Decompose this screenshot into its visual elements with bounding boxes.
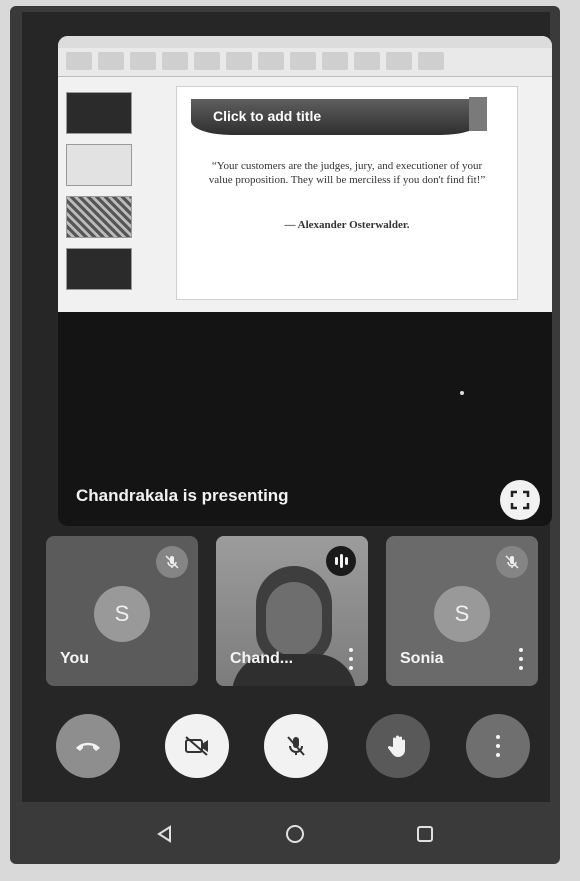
- presenting-label: Chandrakala is presenting: [76, 486, 289, 505]
- system-nav-bar: [20, 802, 570, 866]
- current-slide: Click to add title “Your customers are t…: [176, 86, 518, 300]
- slide-title: Click to add title: [213, 108, 322, 124]
- fullscreen-button[interactable]: [500, 480, 540, 520]
- slide-title-bar: Click to add title: [191, 99, 481, 135]
- mic-off-icon: [287, 736, 305, 756]
- slide-thumbnail: [66, 144, 132, 186]
- slide-thumbnail: [66, 248, 132, 290]
- camera-off-icon: [185, 736, 208, 756]
- shared-screen: Click to add title “Your customers are t…: [58, 36, 552, 312]
- participant-tile-chandrakala[interactable]: Chand...: [216, 536, 368, 686]
- slide-thumbnail: [66, 196, 132, 238]
- avatar: S: [94, 586, 150, 642]
- participant-name: Chand...: [230, 650, 294, 667]
- slide-thumbnail: [66, 92, 132, 134]
- camera-toggle-button[interactable]: [165, 714, 229, 778]
- more-icon: [491, 733, 505, 759]
- muted-badge: [156, 546, 188, 578]
- participant-name: You: [60, 650, 90, 667]
- hang-up-button[interactable]: [56, 714, 120, 778]
- hand-icon: [387, 735, 405, 757]
- phone-hangup-icon: [76, 742, 100, 751]
- slide-quote: “Your customers are the judges, jury, an…: [208, 160, 486, 186]
- fullscreen-icon: [510, 490, 530, 510]
- muted-badge: [496, 546, 528, 578]
- ppt-ribbon: [58, 36, 552, 77]
- home-button[interactable]: [275, 814, 315, 854]
- back-icon: [157, 825, 171, 843]
- raise-hand-button[interactable]: [366, 714, 430, 778]
- recents-button[interactable]: [405, 814, 445, 854]
- mic-off-icon: [165, 555, 179, 569]
- pointer-dot: [460, 391, 464, 395]
- mic-toggle-button[interactable]: [264, 714, 328, 778]
- ppt-titlebar: [58, 36, 552, 48]
- presentation-area[interactable]: Click to add title “Your customers are t…: [58, 36, 552, 526]
- participant-name: Sonia: [400, 650, 444, 667]
- participant-tile-you[interactable]: S You: [46, 536, 198, 686]
- mic-off-icon: [505, 555, 519, 569]
- slide-thumbnails: [66, 92, 138, 306]
- more-options-button[interactable]: [466, 714, 530, 778]
- slide-accent: [469, 97, 487, 131]
- back-button[interactable]: [145, 814, 185, 854]
- device-frame: Click to add title “Your customers are t…: [10, 6, 560, 864]
- ppt-toolbar: [58, 48, 552, 74]
- slide-author: — Alexander Osterwalder.: [284, 219, 410, 231]
- more-icon[interactable]: [514, 646, 528, 672]
- avatar: S: [434, 586, 490, 642]
- participant-tile-sonia[interactable]: S Sonia: [386, 536, 538, 686]
- more-icon[interactable]: [344, 646, 358, 672]
- home-icon: [286, 825, 304, 843]
- speaking-indicator-icon: [326, 546, 356, 576]
- recents-icon: [417, 826, 433, 842]
